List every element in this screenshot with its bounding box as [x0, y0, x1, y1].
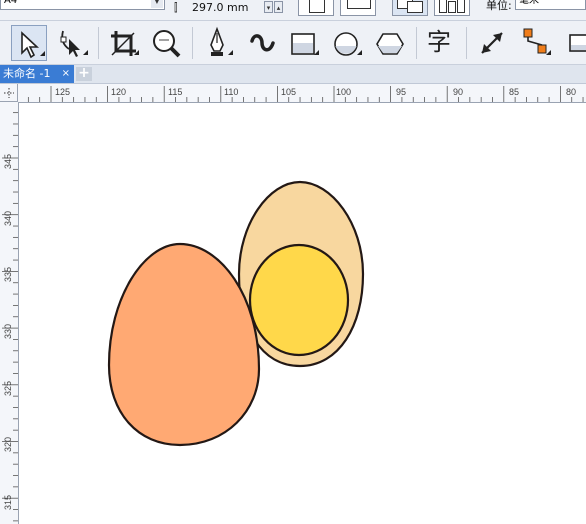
property-bar: A4 ▼ ⫿ 297.0 mm ▾ ▴ 单位: 毫米 — [0, 0, 586, 21]
h-tick-label: 110 — [224, 87, 238, 97]
toolbar-separator — [466, 27, 467, 59]
connector-tool[interactable] — [518, 25, 554, 61]
crosshair-icon — [4, 88, 14, 98]
rectangle-tool[interactable] — [286, 25, 322, 61]
v-tick-label: 345 — [3, 154, 13, 169]
pen-nib-icon — [210, 26, 233, 56]
crop-icon — [111, 31, 139, 56]
node-edit-icon — [60, 30, 88, 57]
units-select[interactable]: 毫米 — [515, 0, 586, 10]
toolbar-separator — [98, 27, 99, 59]
vertical-ruler-ticks: 345 340 335 330 325 320 315 — [2, 112, 18, 522]
v-tick-label: 330 — [3, 324, 13, 339]
horizontal-ruler[interactable]: 125 120 115 110 105 100 95 90 85 80 — [18, 84, 586, 103]
units-value: 毫米 — [519, 0, 539, 6]
tab-label: 未命名 -1 — [3, 67, 51, 80]
brush-stroke-icon — [250, 34, 275, 52]
ruler-origin[interactable] — [0, 84, 18, 102]
spin-down-button[interactable]: ▾ — [264, 1, 273, 13]
polygon-tool[interactable] — [372, 25, 408, 61]
ellipse-icon — [334, 32, 362, 56]
horizontal-ruler-ticks: 125 120 115 110 105 100 95 90 85 80 — [27, 86, 584, 102]
pick-tool[interactable] — [11, 25, 47, 61]
h-tick-label: 90 — [453, 87, 463, 97]
drawing-canvas[interactable] — [19, 103, 586, 524]
artistic-media-tool[interactable] — [244, 25, 280, 61]
portrait-button[interactable] — [298, 0, 334, 16]
hexagon-icon — [376, 33, 404, 55]
toolbar-separator — [416, 27, 417, 59]
current-page-button[interactable] — [434, 0, 470, 16]
v-tick-label: 340 — [3, 211, 13, 226]
chevron-down-icon: ▼ — [151, 0, 163, 8]
v-tick-label: 320 — [3, 437, 13, 452]
text-tool[interactable]: 字 — [424, 25, 460, 61]
paper-size-select[interactable]: A4 ▼ — [0, 0, 165, 10]
vertical-tick-marks — [2, 112, 18, 522]
all-pages-back-icon — [407, 1, 423, 13]
h-tick-label: 100 — [336, 87, 351, 97]
landscape-button[interactable] — [340, 0, 376, 16]
h-tick-label: 95 — [396, 87, 406, 97]
add-tab-button[interactable]: + — [76, 66, 92, 81]
text-icon: 字 — [427, 28, 451, 56]
toolbox: 字 — [0, 21, 586, 65]
h-tick-label: 105 — [281, 87, 296, 97]
v-tick-label: 325 — [3, 381, 13, 396]
rectangle-icon — [291, 33, 319, 55]
current-page-icon — [439, 0, 447, 13]
pen-tool[interactable] — [200, 25, 236, 61]
drawing-surface — [107, 180, 365, 447]
current-page-icon-3 — [457, 0, 465, 13]
front-egg-shape[interactable] — [107, 242, 261, 447]
v-tick-label: 335 — [3, 267, 13, 282]
h-tick-label: 125 — [55, 87, 70, 97]
horizontal-tick-labels: 125 120 115 110 105 100 95 90 85 80 — [55, 87, 576, 97]
units-label: 单位: — [486, 0, 512, 12]
all-pages-button[interactable] — [392, 0, 428, 16]
drop-shadow-icon — [569, 34, 586, 52]
h-tick-label: 85 — [509, 87, 519, 97]
connector-icon — [523, 28, 551, 55]
page-height-icon: ⫿ — [174, 1, 178, 14]
interactive-tool[interactable] — [562, 25, 586, 61]
zoom-tool[interactable] — [148, 25, 184, 61]
close-icon[interactable]: × — [62, 65, 70, 83]
document-tab-bar: 未命名 -1 × + — [0, 65, 586, 84]
yolk-circle-shape[interactable] — [248, 243, 350, 357]
vertical-tick-labels: 345 340 335 330 325 320 315 — [3, 154, 13, 510]
tab-untitled-1[interactable]: 未命名 -1 × — [0, 65, 74, 83]
arrow-cursor-icon — [21, 31, 45, 59]
current-page-icon-2 — [448, 1, 456, 13]
paper-size-value: A4 — [4, 0, 18, 6]
spin-up-button[interactable]: ▴ — [274, 1, 283, 13]
h-tick-label: 120 — [111, 87, 126, 97]
h-tick-label: 115 — [168, 87, 182, 97]
page-height-field[interactable]: 297.0 mm — [192, 1, 248, 15]
crop-tool[interactable] — [106, 25, 142, 61]
dimension-tool[interactable] — [474, 25, 510, 61]
shape-tool[interactable] — [55, 25, 91, 61]
landscape-page-icon — [347, 0, 371, 9]
toolbar-separator — [192, 27, 193, 59]
diagonal-arrow-icon — [481, 32, 503, 54]
portrait-page-icon — [309, 0, 325, 13]
magnifier-icon — [153, 30, 181, 58]
ellipse-tool[interactable] — [329, 25, 365, 61]
v-tick-label: 315 — [3, 495, 13, 510]
vertical-ruler[interactable]: 345 340 335 330 325 320 315 — [0, 102, 19, 524]
h-tick-label: 80 — [566, 87, 576, 97]
